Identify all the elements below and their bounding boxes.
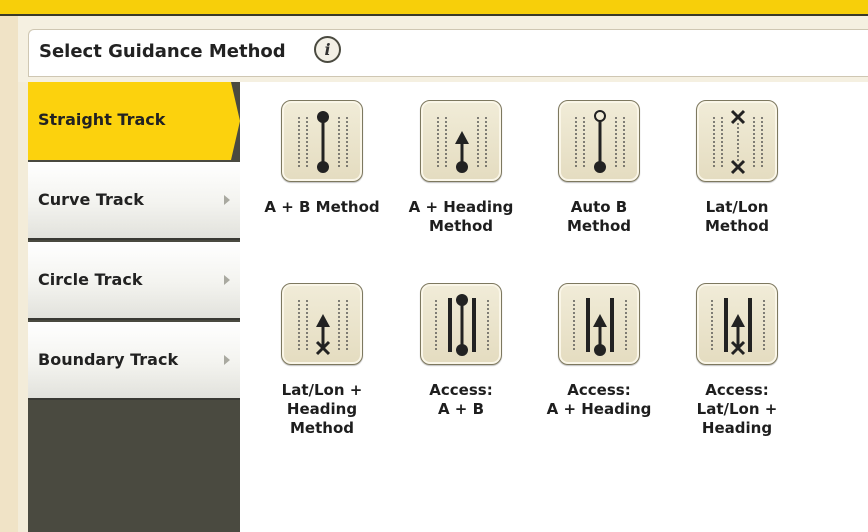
access-ab-icon [435,294,489,356]
a-heading-icon [437,117,487,173]
method-label: Access: Lat/Lon + Heading [696,381,778,437]
method-ab[interactable]: A + B Method [252,100,392,280]
method-access-lat-lon-heading[interactable]: Access: Lat/Lon + Heading [667,283,807,463]
sidebar-item-straight-track[interactable]: Straight Track [28,82,240,160]
lat-lon-heading-method-button[interactable] [281,283,363,365]
sidebar-item-circle-track[interactable]: Circle Track [28,242,240,320]
auto-b-icon [575,110,625,173]
sidebar-item-label: Circle Track [38,270,143,289]
method-auto-b[interactable]: Auto B Method [529,100,669,280]
chevron-right-icon [224,275,230,285]
sidebar-item-label: Curve Track [38,190,144,209]
sidebar-item-curve-track[interactable]: Curve Track [28,162,240,240]
auto-b-method-button[interactable] [558,100,640,182]
ab-line-icon [298,111,348,173]
access-a-heading-icon [573,298,627,356]
access-a-heading-button[interactable] [558,283,640,365]
chevron-right-icon [224,355,230,365]
a-heading-method-button[interactable] [420,100,502,182]
method-label: A + Heading Method [408,198,514,235]
sidebar-item-label: Boundary Track [38,350,179,369]
method-label: Access: A + B [429,381,493,418]
lat-lon-icon [713,109,763,175]
lat-lon-heading-icon [298,300,348,356]
left-frame [0,16,18,532]
method-label: Lat/Lon Method [705,198,769,235]
method-access-ab[interactable]: Access: A + B [391,283,531,463]
access-lat-lon-heading-icon [711,298,765,356]
method-label: A + B Method [264,198,380,216]
access-lat-lon-heading-button[interactable] [696,283,778,365]
dialog-header: Select Guidance Method i [18,16,868,82]
chevron-right-icon [224,195,230,205]
lat-lon-method-button[interactable] [696,100,778,182]
method-lat-lon-heading[interactable]: Lat/Lon + Heading Method [252,283,392,463]
method-lat-lon[interactable]: Lat/Lon Method [667,100,807,280]
ab-method-button[interactable] [281,100,363,182]
method-label: Access: A + Heading [546,381,652,418]
method-access-a-heading[interactable]: Access: A + Heading [529,283,669,463]
header-bar: Select Guidance Method i [28,29,868,77]
sidebar-item-boundary-track[interactable]: Boundary Track [28,322,240,400]
top-status-strip [0,0,868,14]
info-icon[interactable]: i [314,36,341,63]
method-label: Lat/Lon + Heading Method [281,381,363,437]
sidebar-item-label: Straight Track [38,110,166,129]
method-label: Auto B Method [567,198,631,235]
page-title: Select Guidance Method [39,41,286,62]
method-a-heading[interactable]: A + Heading Method [391,100,531,280]
access-ab-button[interactable] [420,283,502,365]
